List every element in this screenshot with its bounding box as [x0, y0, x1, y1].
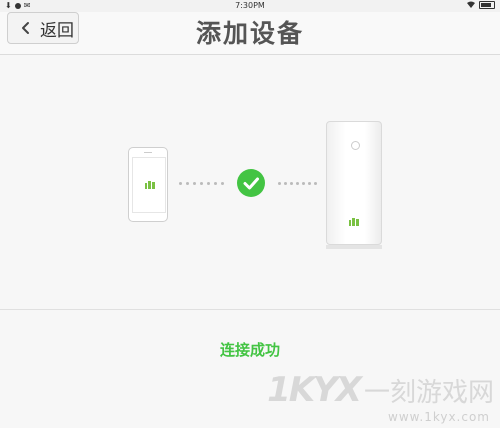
connection-status-text: 连接成功: [219, 341, 280, 359]
page-title: 添加设备: [195, 19, 304, 48]
watermark-text: 一刻游戏网: [363, 377, 494, 408]
router-logo-icon: [349, 218, 359, 226]
wifi-icon: [467, 1, 475, 8]
watermark-url: www.1kyx.com: [388, 410, 490, 424]
app-logo-icon: [145, 181, 155, 189]
router-device: [326, 121, 382, 245]
connection-dots-right: [278, 182, 320, 185]
connection-illustration: [0, 55, 500, 309]
status-icons-right: [466, 1, 495, 9]
success-check-icon: [237, 169, 265, 197]
watermark: 1KYX 一刻游戏网: [267, 370, 494, 410]
status-bar: ⬇ ✉ 7:30PM: [0, 0, 500, 12]
watermark-logo: 1KYX: [267, 370, 362, 410]
phone-speaker: [144, 152, 152, 153]
router-base: [326, 245, 382, 249]
battery-icon: [479, 1, 495, 9]
header: 返回 添加设备: [0, 12, 500, 55]
status-time: 7:30PM: [235, 1, 265, 10]
divider: [0, 309, 500, 310]
phone-device: [128, 147, 168, 222]
phone-screen: [132, 157, 166, 213]
check-icon: [243, 177, 259, 190]
router-power-button: [351, 141, 360, 150]
connection-dots-left: [179, 182, 227, 185]
